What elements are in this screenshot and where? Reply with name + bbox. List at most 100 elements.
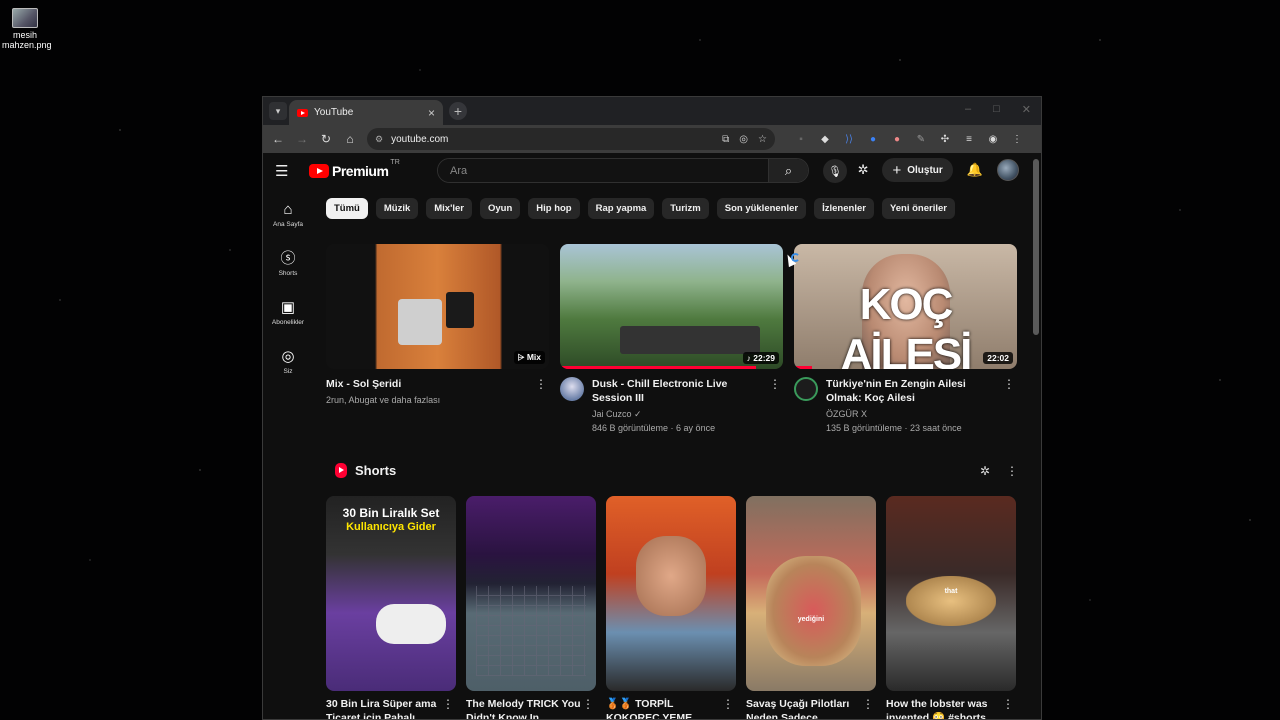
more-actions-icon[interactable]: ⋮	[862, 697, 874, 711]
video-thumbnail[interactable]: ⩥ Mix	[326, 244, 549, 369]
channel-avatar[interactable]	[560, 377, 584, 401]
video-thumbnail[interactable]: ♪ 22:29	[560, 244, 783, 369]
shorts-logo-icon	[335, 463, 347, 478]
short-card[interactable]: yediğini Savaş Uçağı Pilotları Neden Sad…	[746, 496, 876, 719]
minimize-icon[interactable]: –	[965, 103, 971, 116]
chip-rap[interactable]: Rap yapma	[587, 198, 655, 219]
browser-toolbar: ← → ↻ ⌂ ⚙ youtube.com ⧉ ◎ ☆ ▪ ◆ ⟩⟩ ● ● ✎…	[263, 125, 1041, 153]
chip-tourism[interactable]: Turizm	[662, 198, 709, 219]
extension-2-icon[interactable]: ◆	[819, 133, 831, 145]
window-controls: – □ ✕	[965, 103, 1031, 116]
more-actions-icon[interactable]: ⋮	[535, 377, 547, 391]
video-title[interactable]: Türkiye'nin En Zengin Ailesi Olmak: Koç …	[826, 377, 1017, 405]
short-card[interactable]: 30 Bin Liralık Set Kullanıcıya Gider 30 …	[326, 496, 456, 719]
profile-icon[interactable]: ◉	[987, 133, 999, 145]
close-window-icon[interactable]: ✕	[1022, 103, 1031, 116]
page-scrollbar[interactable]	[1033, 159, 1039, 335]
sidebar-item-you[interactable]: ◎ Siz	[263, 348, 313, 385]
short-title[interactable]: The Melody TRICK You Didn't Know In ...	[466, 697, 596, 719]
bookmark-star-icon[interactable]: ☆	[758, 134, 767, 145]
chip-new-to-you[interactable]: Yeni öneriler	[881, 198, 955, 219]
sidebar-item-subscriptions[interactable]: ▣ Abonelikler	[263, 299, 313, 336]
more-actions-icon[interactable]: ⋮	[1002, 697, 1014, 711]
tab-search-button[interactable]: ▾	[269, 102, 287, 120]
chip-all[interactable]: Tümü	[326, 198, 368, 219]
notifications-bell-icon[interactable]: 🔔	[967, 162, 983, 178]
short-thumbnail[interactable]: yediğini	[746, 496, 876, 691]
youtube-page: ☰ Premium TR ⌕ 🎙 ✲ + Oluştur 🔔	[263, 153, 1041, 719]
youtube-premium-logo[interactable]: Premium TR	[309, 159, 400, 179]
extension-6-icon[interactable]: ✎	[915, 133, 927, 145]
tab-youtube[interactable]: YouTube ×	[289, 100, 443, 125]
video-channel[interactable]: ÖZGÜR X	[826, 408, 1017, 421]
tracking-icon[interactable]: ◎	[739, 134, 748, 145]
short-thumbnail[interactable]	[466, 496, 596, 691]
new-tab-button[interactable]: +	[449, 102, 467, 120]
video-card[interactable]: KOÇ AİLESİ 22:02 Türkiye'nin En Zengin A…	[794, 244, 1017, 435]
gemini-icon[interactable]: ✲	[980, 464, 990, 478]
gemini-icon[interactable]: ✲	[858, 162, 869, 178]
extensions-puzzle-icon[interactable]: ✣	[939, 133, 951, 145]
short-thumbnail[interactable]: 30 Bin Liralık Set Kullanıcıya Gider	[326, 496, 456, 691]
install-app-icon[interactable]: ⧉	[722, 134, 729, 145]
short-card[interactable]: that How the lobster was invented 😳 #sho…	[886, 496, 1016, 719]
tab-strip: ▾ YouTube × + – □ ✕	[263, 97, 1041, 125]
account-avatar[interactable]	[997, 159, 1019, 181]
logo-text: Premium	[332, 163, 389, 179]
chip-music[interactable]: Müzik	[375, 198, 419, 219]
more-actions-icon[interactable]: ⋮	[582, 697, 594, 711]
video-channel[interactable]: Jai Cuzco ✓	[592, 408, 783, 421]
chip-gaming[interactable]: Oyun	[479, 198, 521, 219]
short-card[interactable]: The Melody TRICK You Didn't Know In ... …	[466, 496, 596, 719]
sidebar-item-home[interactable]: ⌂ Ana Sayfa	[263, 201, 313, 238]
video-card[interactable]: ♪ 22:29 Dusk - Chill Electronic Live Ses…	[560, 244, 783, 435]
extension-5-icon[interactable]: ●	[891, 133, 903, 145]
short-title[interactable]: 30 Bin Lira Süper ama Ticaret için Pahal…	[326, 697, 456, 719]
extension-1-icon[interactable]: ▪	[795, 133, 807, 145]
extension-4-icon[interactable]: ●	[867, 133, 879, 145]
video-thumbnail[interactable]: KOÇ AİLESİ 22:02	[794, 244, 1017, 369]
more-actions-icon[interactable]: ⋮	[1003, 377, 1015, 391]
media-control-icon[interactable]: ≡	[963, 133, 975, 145]
more-actions-icon[interactable]: ⋮	[442, 697, 454, 711]
short-card[interactable]: 🥉🥉 TORPİL KOKOREÇ YEME ... ⋮	[606, 496, 736, 719]
chip-mixes[interactable]: Mix'ler	[426, 198, 472, 219]
short-thumbnail[interactable]: that	[886, 496, 1016, 691]
close-tab-icon[interactable]: ×	[428, 106, 435, 120]
chip-watched[interactable]: İzlenenler	[814, 198, 874, 219]
guide-menu-icon[interactable]: ☰	[275, 162, 299, 180]
short-title[interactable]: Savaş Uçağı Pilotları Neden Sadece ...	[746, 697, 876, 719]
video-card[interactable]: ⩥ Mix Mix - Sol Şeridi 2run, Abugat ve d…	[326, 244, 549, 435]
mix-badge: ⩥ Mix	[513, 351, 545, 364]
back-icon[interactable]: ←	[271, 132, 285, 146]
address-bar[interactable]: ⚙ youtube.com ⧉ ◎ ☆	[367, 128, 775, 150]
search-input[interactable]	[438, 159, 768, 182]
video-title[interactable]: Dusk - Chill Electronic Live Session III	[592, 377, 783, 405]
desktop-file-icon[interactable]: mesih mahzen.png	[2, 8, 52, 50]
short-title[interactable]: How the lobster was invented 😳 #shorts..…	[886, 697, 1016, 719]
browser-menu-icon[interactable]: ⋮	[1011, 133, 1023, 145]
short-title[interactable]: 🥉🥉 TORPİL KOKOREÇ YEME ...	[606, 697, 736, 719]
video-channel: 2run, Abugat ve daha fazlası	[326, 395, 441, 405]
channel-avatar[interactable]	[794, 377, 818, 401]
extension-3-icon[interactable]: ⟩⟩	[843, 133, 855, 145]
sidebar-item-shorts[interactable]: ⓢ Shorts	[263, 250, 313, 287]
more-actions-icon[interactable]: ⋮	[1006, 464, 1018, 478]
video-stats: 135 B görüntüleme · 23 saat önce	[826, 423, 962, 433]
video-title[interactable]: Mix - Sol Şeridi	[326, 377, 549, 391]
laptop-graphic	[398, 299, 442, 345]
more-actions-icon[interactable]: ⋮	[722, 697, 734, 711]
reload-icon[interactable]: ↻	[319, 132, 333, 146]
search-button[interactable]: ⌕	[768, 159, 808, 182]
chip-recently-uploaded[interactable]: Son yüklenenler	[716, 198, 807, 219]
voice-search-button[interactable]: 🎙	[823, 159, 847, 183]
masthead-actions: ✲ + Oluştur 🔔	[858, 158, 1019, 182]
forward-icon[interactable]: →	[295, 132, 309, 146]
maximize-icon[interactable]: □	[993, 103, 1000, 116]
site-info-icon[interactable]: ⚙	[375, 134, 383, 145]
home-icon[interactable]: ⌂	[343, 132, 357, 146]
chip-hip-hop[interactable]: Hip hop	[528, 198, 580, 219]
create-button[interactable]: + Oluştur	[882, 158, 953, 182]
more-actions-icon[interactable]: ⋮	[769, 377, 781, 391]
short-thumbnail[interactable]	[606, 496, 736, 691]
